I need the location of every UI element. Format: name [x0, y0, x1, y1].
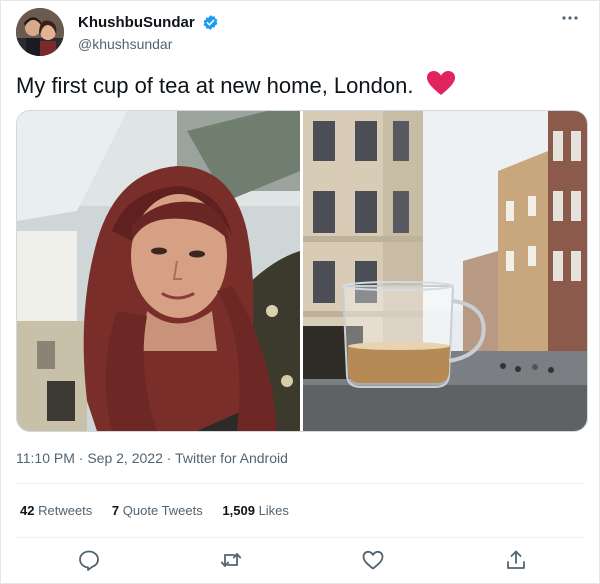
- tea-cup-street-photo[interactable]: [303, 111, 587, 431]
- likes-count: 1,509: [222, 503, 255, 518]
- divider: [16, 483, 584, 484]
- retweets-count: 42: [20, 503, 35, 518]
- tweet-body: My first cup of tea at new home, London.: [16, 73, 414, 98]
- reply-icon[interactable]: [77, 548, 101, 572]
- retweets-label: Retweets: [38, 503, 93, 518]
- quote-tweets-count: 7: [111, 503, 120, 518]
- tweet-source[interactable]: Twitter for Android: [175, 450, 288, 466]
- tweet-stats: 42 Retweets 7 Quote Tweets 1,509 Likes: [20, 503, 305, 518]
- tweet-time[interactable]: 11:10 PM: [16, 450, 75, 466]
- meta-separator: ·: [162, 450, 176, 466]
- more-options-icon[interactable]: [556, 8, 584, 28]
- likes-label: Likes: [258, 503, 289, 518]
- likes-stat[interactable]: 1,509 Likes: [222, 503, 289, 518]
- divider: [16, 537, 584, 538]
- meta-separator: ·: [74, 450, 88, 466]
- avatar-image: [16, 8, 64, 56]
- tweet-date[interactable]: Sep 2, 2022: [87, 450, 163, 466]
- user-handle[interactable]: @khushsundar: [78, 36, 219, 52]
- author-names: KhushbuSundar @khushsundar: [78, 14, 219, 52]
- quote-tweets-stat[interactable]: 7 Quote Tweets: [112, 503, 203, 518]
- tweet-metadata: 11:10 PM · Sep 2, 2022 · Twitter for And…: [16, 450, 288, 466]
- avatar[interactable]: [16, 8, 64, 56]
- media-grid: [16, 110, 588, 432]
- share-icon[interactable]: [504, 548, 528, 572]
- tweet-header: KhushbuSundar @khushsundar: [16, 8, 584, 56]
- like-icon[interactable]: [361, 548, 385, 572]
- display-name[interactable]: KhushbuSundar: [78, 14, 195, 31]
- verified-badge-icon: [202, 14, 219, 31]
- retweets-stat[interactable]: 42 Retweets: [20, 503, 92, 518]
- action-bar: [0, 548, 600, 576]
- selfie-photo[interactable]: [17, 111, 300, 431]
- quote-tweets-label: Quote Tweets: [122, 503, 203, 518]
- red-heart-emoji-icon: [426, 70, 456, 102]
- retweet-icon[interactable]: [219, 548, 243, 572]
- tweet-text: My first cup of tea at new home, London.: [16, 70, 456, 102]
